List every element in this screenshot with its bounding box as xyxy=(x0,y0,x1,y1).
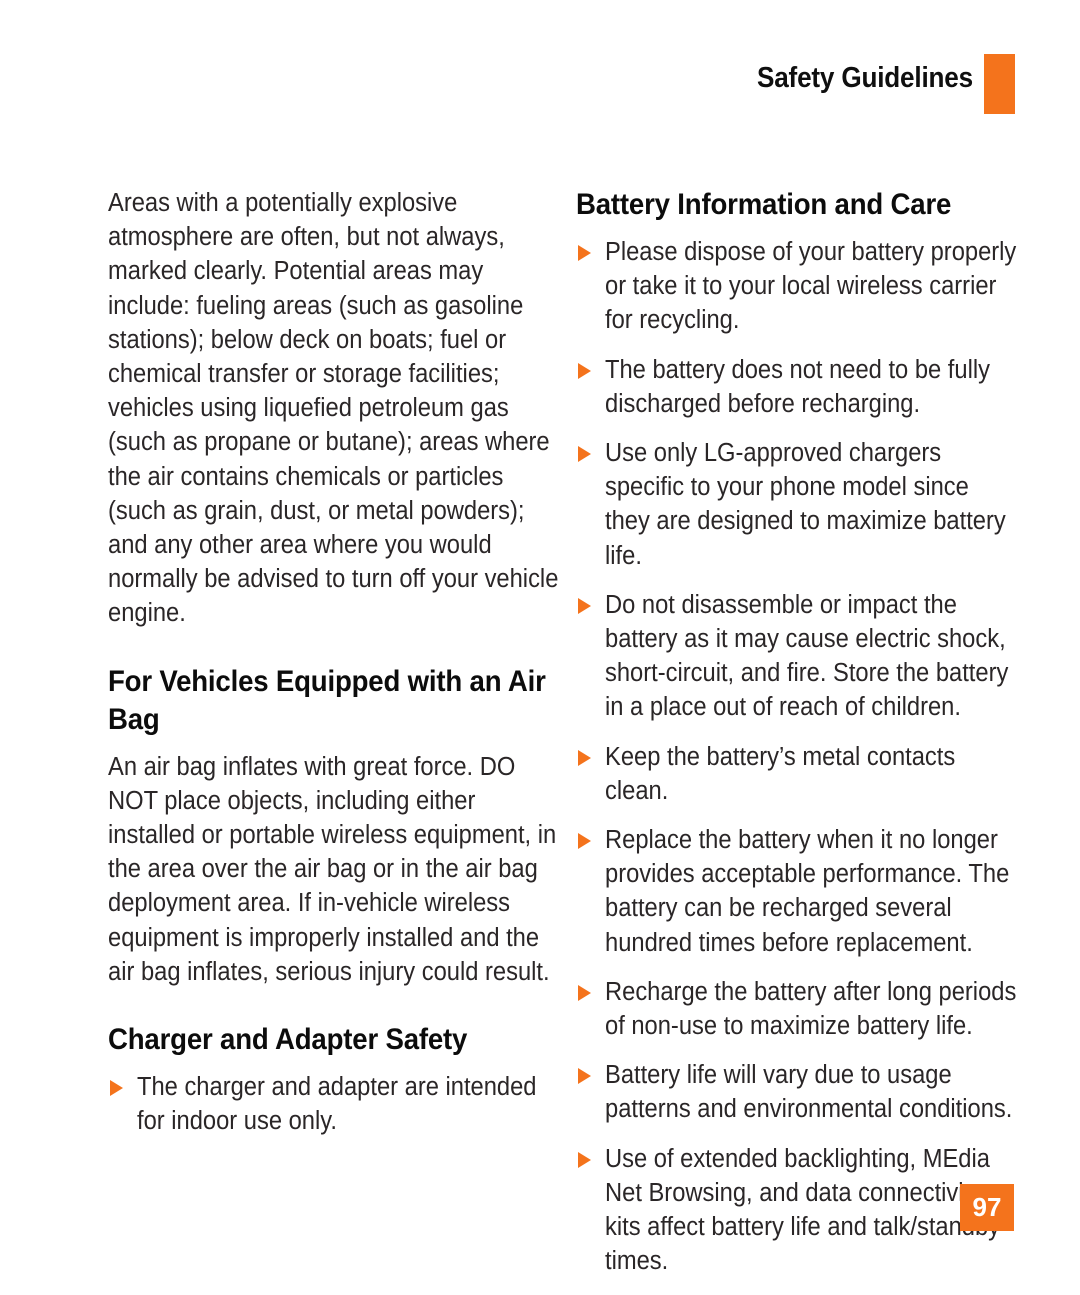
triangle-bullet-icon xyxy=(578,1068,591,1085)
list-item: Replace the battery when it no longer pr… xyxy=(576,823,1018,960)
triangle-bullet-icon xyxy=(578,749,591,766)
list-item: Do not disassemble or impact the battery… xyxy=(576,588,1018,725)
left-column: Areas with a potentially explosive atmos… xyxy=(108,186,558,1138)
heading-battery-information-and-care: Battery Information and Care xyxy=(576,188,952,221)
triangle-bullet-icon xyxy=(578,984,591,1001)
triangle-bullet-icon xyxy=(578,833,591,850)
list-item: Keep the battery’s metal contacts clean. xyxy=(576,740,1018,808)
list-item-text: The charger and adapter are intended for… xyxy=(137,1073,537,1136)
document-page: { "header": { "title": "Safety Guideline… xyxy=(0,0,1080,1295)
list-item-text: Replace the battery when it no longer pr… xyxy=(605,826,1010,957)
list-item-text: Use only LG-approved chargers specific t… xyxy=(605,439,1006,570)
list-item-text: Please dispose of your battery properly … xyxy=(605,238,1017,335)
triangle-bullet-icon xyxy=(578,1151,591,1168)
page-title: Safety Guidelines xyxy=(757,62,973,94)
list-item-text: Do not disassemble or impact the battery… xyxy=(605,590,1009,722)
page-header: Safety Guidelines xyxy=(0,54,1080,114)
triangle-bullet-icon xyxy=(110,1080,123,1097)
list-item: Use only LG-approved chargers specific t… xyxy=(576,436,1018,573)
paragraph-explosive-atmosphere: Areas with a potentially explosive atmos… xyxy=(108,189,559,628)
list-item-text: The battery does not need to be fully di… xyxy=(605,355,990,418)
list-item: Please dispose of your battery properly … xyxy=(576,235,1018,338)
paragraph-air-bag: An air bag inflates with great force. DO… xyxy=(108,752,557,986)
list-item: The battery does not need to be fully di… xyxy=(576,353,1018,421)
triangle-bullet-icon xyxy=(578,245,591,261)
list-item: Battery life will vary due to usage patt… xyxy=(576,1058,1018,1126)
list-item-text: Battery life will vary due to usage patt… xyxy=(605,1061,1013,1124)
list-item-text: Recharge the battery after long periods … xyxy=(605,977,1017,1041)
heading-air-bag: For Vehicles Equipped with an Air Bag xyxy=(108,664,546,736)
right-column: Battery Information and Care Please disp… xyxy=(576,186,1018,1278)
triangle-bullet-icon xyxy=(578,597,591,614)
triangle-bullet-icon xyxy=(578,362,591,379)
charger-bullet-list: The charger and adapter are intended for… xyxy=(108,1070,558,1138)
list-item: Use of extended backlighting, MEdia Net … xyxy=(576,1142,1018,1279)
list-item-text: Keep the battery’s metal contacts clean. xyxy=(605,742,956,805)
heading-charger-adapter-safety: Charger and Adapter Safety xyxy=(108,1023,468,1057)
header-accent-tab xyxy=(984,54,1015,114)
list-item-text: Use of extended backlighting, MEdia Net … xyxy=(605,1144,1001,1276)
triangle-bullet-icon xyxy=(578,446,591,463)
list-item: The charger and adapter are intended for… xyxy=(108,1070,558,1138)
battery-bullet-list: Please dispose of your battery properly … xyxy=(576,235,1018,1278)
page-number-badge: 97 xyxy=(960,1184,1014,1231)
list-item: Recharge the battery after long periods … xyxy=(576,975,1018,1043)
